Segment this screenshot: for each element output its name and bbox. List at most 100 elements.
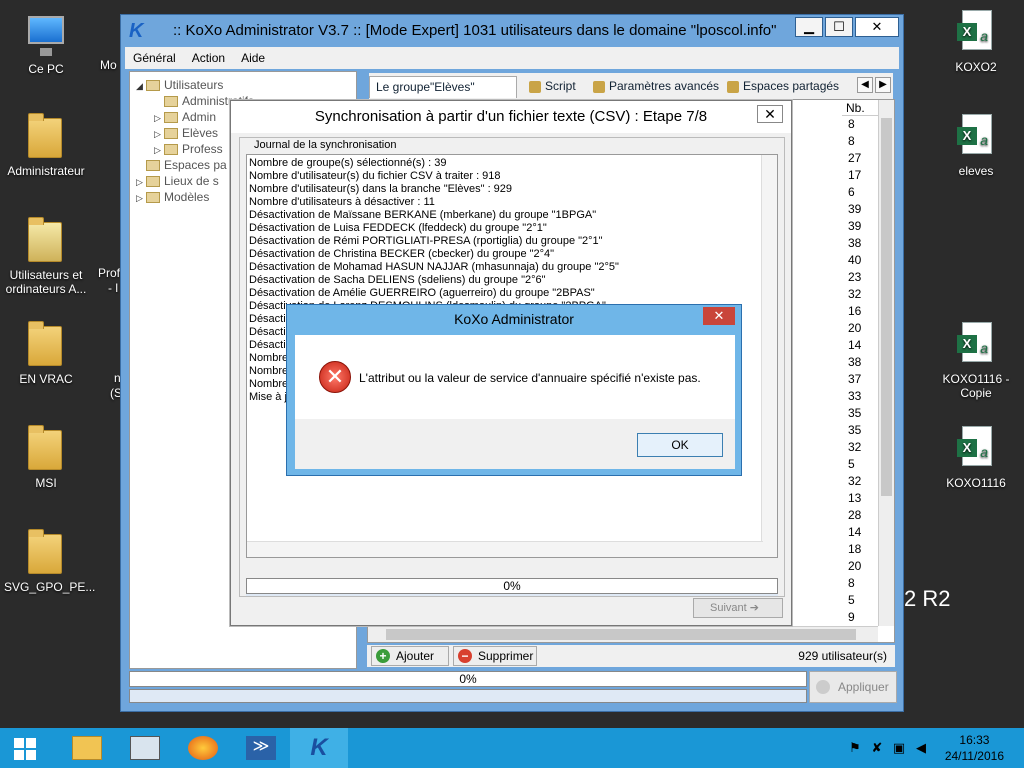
desktop-icon-eleves[interactable]: Xa eleves [934,112,1018,178]
tab-advanced-params[interactable]: Paramètres avancés [587,76,719,98]
minimize-button[interactable]: ▁ [795,17,823,37]
sync-progress-bar: 0% [246,578,778,594]
group-icon [164,112,178,124]
tree-item-eleves[interactable]: ▷ Elèves [154,126,218,140]
log-line: Nombre d'utilisateurs à désactiver : 11 [249,196,435,208]
expander-icon[interactable]: ◢ [136,81,146,92]
taskbar-explorer[interactable] [58,728,116,768]
desktop-icon-en-vrac[interactable]: EN VRAC [4,320,88,386]
start-button[interactable] [0,728,58,768]
excel-file-icon: Xa [952,112,1000,160]
flag-icon[interactable]: ⚑ [844,740,866,756]
list-horizontal-scrollbar[interactable] [368,626,878,642]
taskbar-firefox[interactable] [174,728,232,768]
tab-script[interactable]: Script [523,76,576,98]
tree-item-lieux[interactable]: ▷ Lieux de s [136,174,219,188]
nb-cell: 6 [848,185,855,199]
sync-progress-bar-secondary [246,594,778,596]
taskbar-clock[interactable]: 16:33 24/11/2016 [945,732,1004,764]
desktop-icon-label: KOXO1116 - Copie [942,372,1010,400]
group-icon [164,144,178,156]
taskbar-server-manager[interactable] [116,728,174,768]
tree-item-admin[interactable]: ▷ Admin [154,110,216,124]
nb-cell: 23 [848,270,862,284]
log-line: Nombre [249,365,289,377]
maximize-button[interactable]: ☐ [825,17,853,37]
desktop-icon-msi[interactable]: MSI [4,424,88,490]
ok-button[interactable]: OK [637,433,723,457]
taskbar-koxo[interactable]: K [290,728,348,768]
tree-item-profess[interactable]: ▷ Profess [154,142,223,156]
scrollbar-thumb[interactable] [881,118,892,496]
sync-dialog-title[interactable]: Synchronisation à partir d'un fichier te… [231,101,791,133]
volume-muted-icon[interactable]: ◀ [910,740,932,756]
excel-file-icon: Xa [952,424,1000,472]
security-alert-icon[interactable]: ✘ [866,740,888,756]
desktop-icon-koxo1116-copie[interactable]: Xa KOXO1116 - Copie [934,320,1018,400]
expander-icon[interactable]: ▷ [136,193,146,204]
menu-aide[interactable]: Aide [233,51,273,65]
nb-cell: 32 [848,474,862,488]
desktop-icon-administrateur[interactable]: Administrateur [4,112,88,178]
expander-icon[interactable]: ▷ [154,129,164,140]
tab-scroll-right-icon[interactable]: ▶ [875,77,891,93]
log-horizontal-scrollbar[interactable] [247,541,763,557]
expander-icon[interactable]: ▷ [154,145,164,156]
log-line: Nombre d'utilisateur(s) du fichier CSV à… [249,170,501,182]
network-icon[interactable]: ▣ [888,740,910,756]
desktop-icon-label: eleves [958,164,994,178]
tab-bar: Le groupe"Elèves" contient Script Paramè… [369,73,893,114]
user-count: 929 utilisateur(s) [798,649,887,663]
tree-item-modeles[interactable]: ▷ Modèles [136,190,209,204]
apply-button[interactable]: Appliquer [809,671,897,703]
menu-general[interactable]: Général [125,51,184,65]
list-vertical-scrollbar[interactable] [878,100,894,626]
tab-scroll-left-icon[interactable]: ◀ [857,77,873,93]
nb-cell: 9 [848,610,855,624]
server-manager-icon [130,736,160,760]
desktop-icon-label: KOXO1116 [946,476,1006,490]
file-explorer-icon [72,736,102,760]
add-button[interactable]: + Ajouter [371,646,449,666]
desktop-icon-label: Utilisateurs et ordinateurs A... [5,268,87,296]
expander-icon[interactable]: ▷ [136,177,146,188]
nb-column-header[interactable]: Nb. [842,100,878,116]
main-window-titlebar[interactable]: K :: KoXo Administrator V3.7 :: [Mode Ex… [121,15,903,47]
clock-date: 24/11/2016 [944,749,1004,763]
log-line: Désactivation de Maïssane BERKANE (mberk… [249,209,597,221]
clock-time: 16:33 [959,733,990,747]
sync-close-button[interactable]: ✕ [757,105,783,123]
error-dialog-title[interactable]: KoXo Administrator [287,305,741,333]
location-icon [146,176,160,188]
next-button[interactable]: Suivant ➔ [693,598,783,618]
desktop-icon-svg-gpo[interactable]: SVG_GPO_PE... [4,528,95,594]
nb-cell: 14 [848,525,862,539]
log-vertical-scrollbar[interactable] [761,155,777,557]
desktop-icon-this-pc[interactable]: Ce PC [4,10,88,76]
user-folder-icon [22,112,70,160]
expander-icon[interactable]: ▷ [154,113,164,124]
nb-cell: 35 [848,406,862,420]
main-progress-bar-secondary [129,689,807,703]
log-line: Nombre de groupe(s) sélectionné(s) : 39 [249,157,447,169]
tree-item-utilisateurs[interactable]: ◢ Utilisateurs [136,78,223,92]
error-dialog-body: ✕ L'attribut ou la valeur de service d'a… [295,335,735,419]
tab-shared-spaces[interactable]: Espaces partagés [721,76,839,98]
taskbar-powershell[interactable]: ≫ [232,728,290,768]
koxo-icon: K [310,734,328,761]
arrow-right-icon: ➔ [749,602,759,614]
powershell-icon: ≫ [246,736,276,760]
desktop-icon-koxo1116[interactable]: Xa KOXO1116 [934,424,1018,490]
tab-group-contents[interactable]: Le groupe"Elèves" contient [369,76,517,114]
close-button[interactable]: ✕ [855,17,899,37]
scrollbar-thumb[interactable] [386,629,856,640]
log-line: Nombre [249,378,289,390]
desktop-icon-ad-users[interactable]: Utilisateurs et ordinateurs A... [4,216,88,296]
desktop-icon-koxo2[interactable]: Xa KOXO2 [934,8,1018,74]
delete-button[interactable]: − Supprimer [453,646,537,666]
tree-item-espaces[interactable]: Espaces pa [136,158,227,172]
error-close-button[interactable]: ✕ [703,307,735,325]
nb-cell: 32 [848,287,862,301]
menu-action[interactable]: Action [184,51,233,65]
main-progress-bar: 0% [129,671,807,687]
